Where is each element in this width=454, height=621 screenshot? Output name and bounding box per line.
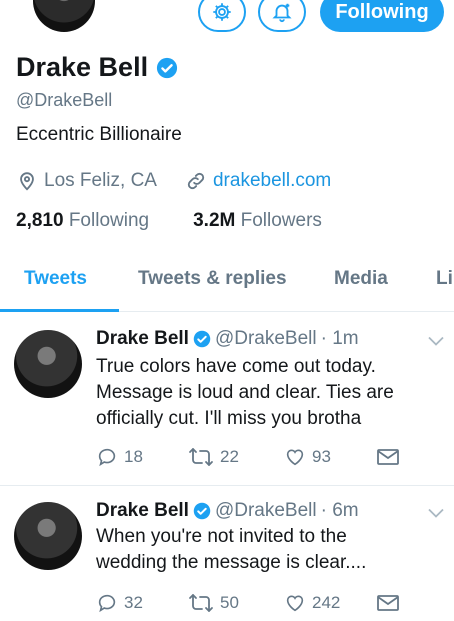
tab-tweets[interactable]: Tweets [24, 268, 87, 290]
reply-icon [98, 448, 116, 467]
direct-message-button[interactable] [376, 593, 400, 613]
tweet-author-name[interactable]: Drake Bell [96, 328, 189, 350]
tweet-header: Drake Bell @DrakeBell · 6m [96, 500, 359, 522]
direct-message-button[interactable] [376, 447, 400, 467]
following-button[interactable]: Following [320, 0, 444, 32]
bell-plus-icon [272, 3, 292, 23]
gear-icon [213, 3, 231, 21]
tweet-item[interactable]: Drake Bell @DrakeBell · 1m True colors h… [0, 312, 454, 486]
chevron-down-icon[interactable] [428, 336, 444, 346]
link-icon [187, 172, 205, 190]
like-count: 93 [312, 447, 331, 466]
retweet-button[interactable]: 50 [188, 592, 284, 614]
verified-badge-icon [193, 502, 211, 520]
tweet-author-handle[interactable]: @DrakeBell [215, 500, 317, 522]
heart-icon [286, 595, 304, 612]
profile-location: Los Feliz, CA [44, 170, 157, 191]
tweet-avatar[interactable] [14, 330, 82, 398]
profile-tabs: Tweets Tweets & replies Media Li [0, 252, 454, 312]
settings-button[interactable] [198, 0, 246, 32]
tweet-author-handle[interactable]: @DrakeBell [215, 328, 317, 350]
tweet-actions: 32 50 242 [96, 592, 400, 614]
tweet-actions: 18 22 93 [96, 446, 400, 468]
like-count: 242 [312, 593, 341, 612]
following-count-link[interactable]: 2,810 Following [16, 210, 149, 232]
profile-name-row: Drake Bell [16, 52, 178, 83]
tweet-author-name[interactable]: Drake Bell [96, 500, 189, 522]
profile-bio: Eccentric Billionaire [16, 124, 182, 145]
chevron-down-icon[interactable] [428, 508, 444, 518]
retweet-count: 50 [220, 593, 239, 612]
like-button[interactable]: 93 [284, 446, 376, 468]
profile-website-link[interactable]: drakebell.com [213, 170, 331, 192]
retweet-icon [189, 448, 213, 466]
follow-counts: 2,810 Following 3.2M Followers [16, 210, 322, 232]
tab-media[interactable]: Media [334, 268, 388, 290]
tab-likes[interactable]: Li [436, 268, 453, 290]
verified-badge-icon [156, 57, 178, 78]
retweet-count: 22 [220, 447, 239, 466]
tweet-header: Drake Bell @DrakeBell · 1m [96, 328, 359, 350]
tweet-avatar[interactable] [14, 502, 82, 570]
reply-icon [98, 594, 116, 613]
tweet-text: True colors have come out today. Message… [96, 356, 394, 429]
like-button[interactable]: 242 [284, 592, 376, 614]
tweet-timestamp[interactable]: · 1m [321, 328, 359, 350]
profile-avatar[interactable] [33, 0, 95, 32]
reply-count: 32 [124, 593, 143, 612]
envelope-icon [377, 449, 399, 465]
tweet-timestamp[interactable]: · 6m [321, 500, 359, 522]
notifications-button[interactable] [258, 0, 306, 32]
profile-meta: Los Feliz, CA drakebell.com [16, 170, 331, 192]
profile-name: Drake Bell [16, 52, 149, 82]
verified-badge-icon [193, 330, 211, 348]
reply-count: 18 [124, 447, 143, 466]
tweet-item[interactable]: Drake Bell @DrakeBell · 6m When you're n… [0, 486, 454, 621]
envelope-icon [377, 595, 399, 611]
heart-icon [286, 449, 304, 466]
retweet-icon [189, 594, 213, 612]
retweet-button[interactable]: 22 [188, 446, 284, 468]
followers-count-link[interactable]: 3.2M Followers [193, 210, 322, 232]
reply-button[interactable]: 18 [96, 446, 188, 468]
profile-handle: @DrakeBell [16, 90, 113, 110]
location-pin-icon [20, 172, 34, 191]
tweet-text: When you're not invited to the wedding t… [96, 526, 367, 573]
tab-tweets-and-replies[interactable]: Tweets & replies [138, 268, 287, 290]
reply-button[interactable]: 32 [96, 592, 188, 614]
